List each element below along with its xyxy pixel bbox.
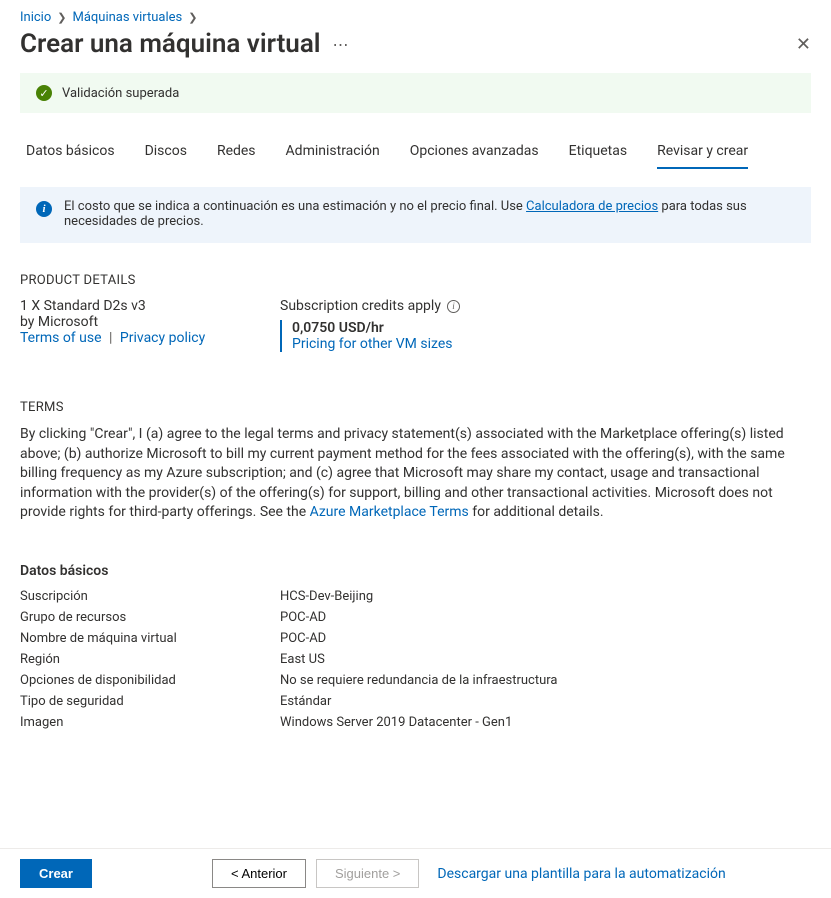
kv-value: POC-AD xyxy=(280,610,811,625)
kv-value: HCS-Dev-Beijing xyxy=(280,589,811,604)
breadcrumb-vm[interactable]: Máquinas virtuales xyxy=(72,10,182,25)
download-template-link[interactable]: Descargar una plantilla para la automati… xyxy=(437,866,725,882)
basics-heading: Datos básicos xyxy=(20,563,811,579)
product-sku: 1 X Standard D2s v3 xyxy=(20,298,220,314)
tab-advanced[interactable]: Opciones avanzadas xyxy=(410,137,539,169)
kv-key: Imagen xyxy=(20,715,270,730)
hourly-price: 0,0750 USD/hr xyxy=(292,320,460,336)
kv-value: No se requiere redundancia de la infraes… xyxy=(280,673,811,688)
kv-value: Windows Server 2019 Datacenter - Gen1 xyxy=(280,715,811,730)
tab-tags[interactable]: Etiquetas xyxy=(569,137,627,169)
cost-info-text: El costo que se indica a continuación es… xyxy=(64,199,526,214)
tab-management[interactable]: Administración xyxy=(286,137,380,169)
close-icon[interactable]: ✕ xyxy=(796,34,811,55)
cost-info-banner: i El costo que se indica a continuación … xyxy=(20,187,811,243)
terms-body-after: for additional details. xyxy=(472,504,603,520)
wizard-footer: Crear < Anterior Siguiente > Descargar u… xyxy=(0,848,831,898)
product-publisher: by Microsoft xyxy=(20,314,220,330)
validation-text: Validación superada xyxy=(62,86,179,101)
credits-label: Subscription credits apply xyxy=(280,298,441,314)
kv-key: Suscripción xyxy=(20,589,270,604)
pricing-calculator-link[interactable]: Calculadora de precios xyxy=(526,199,658,214)
terms-paragraph: By clicking "Crear", I (a) agree to the … xyxy=(20,425,811,523)
tab-review[interactable]: Revisar y crear xyxy=(657,137,748,169)
tab-basics[interactable]: Datos básicos xyxy=(26,137,115,169)
breadcrumb: Inicio ❯ Máquinas virtuales ❯ xyxy=(0,0,831,29)
tab-networking[interactable]: Redes xyxy=(217,137,256,169)
next-button: Siguiente > xyxy=(316,859,419,888)
create-button[interactable]: Crear xyxy=(20,859,92,888)
info-outline-icon[interactable]: i xyxy=(447,300,460,313)
kv-key: Grupo de recursos xyxy=(20,610,270,625)
privacy-policy-link[interactable]: Privacy policy xyxy=(120,330,205,346)
breadcrumb-home[interactable]: Inicio xyxy=(20,10,51,25)
check-circle-icon: ✓ xyxy=(36,85,52,101)
kv-key: Región xyxy=(20,652,270,667)
kv-value: POC-AD xyxy=(280,631,811,646)
kv-key: Nombre de máquina virtual xyxy=(20,631,270,646)
terms-heading: TERMS xyxy=(20,400,811,415)
tab-disks[interactable]: Discos xyxy=(145,137,187,169)
tabs: Datos básicos Discos Redes Administració… xyxy=(20,137,811,169)
other-sizes-pricing-link[interactable]: Pricing for other VM sizes xyxy=(292,336,453,352)
validation-banner: ✓ Validación superada xyxy=(20,73,811,113)
info-icon: i xyxy=(36,201,52,217)
kv-key: Tipo de seguridad xyxy=(20,694,270,709)
kv-value: Estándar xyxy=(280,694,811,709)
previous-button[interactable]: < Anterior xyxy=(212,859,306,888)
chevron-right-icon: ❯ xyxy=(57,11,66,24)
chevron-right-icon: ❯ xyxy=(188,11,197,24)
basics-table: Suscripción HCS-Dev-Beijing Grupo de rec… xyxy=(20,589,811,730)
marketplace-terms-link[interactable]: Azure Marketplace Terms xyxy=(310,504,469,520)
pipe-separator: | xyxy=(109,330,112,346)
page-title: Crear una máquina virtual xyxy=(20,29,321,59)
kv-value: East US xyxy=(280,652,811,667)
kv-key: Opciones de disponibilidad xyxy=(20,673,270,688)
main-scroll[interactable]: Datos básicos Discos Redes Administració… xyxy=(0,129,831,848)
product-details-heading: PRODUCT DETAILS xyxy=(20,273,811,288)
terms-of-use-link[interactable]: Terms of use xyxy=(20,330,102,346)
more-actions-icon[interactable]: ⋯ xyxy=(333,35,351,54)
